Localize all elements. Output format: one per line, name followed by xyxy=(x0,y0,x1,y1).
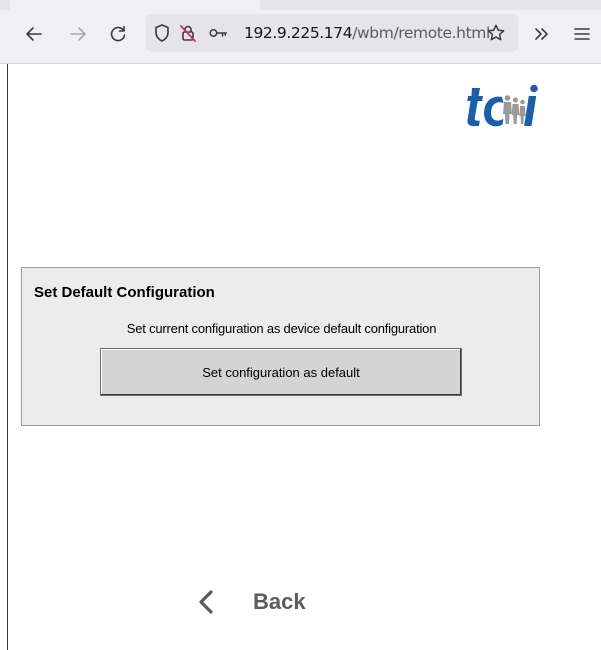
arrow-left-icon xyxy=(26,27,42,41)
url-path: /wbm/remote.html xyxy=(352,24,490,42)
panel-title: Set Default Configuration xyxy=(34,284,215,301)
star-icon[interactable] xyxy=(486,23,506,43)
tab-strip xyxy=(0,0,601,10)
url-bar[interactable]: 192.9.225.174/wbm/remote.html xyxy=(146,14,518,52)
back-nav-button[interactable] xyxy=(20,20,48,48)
key-icon[interactable] xyxy=(208,23,228,43)
forward-nav-button[interactable] xyxy=(64,20,92,48)
reload-button[interactable] xyxy=(104,20,132,48)
back-label: Back xyxy=(253,589,306,614)
menu-button[interactable] xyxy=(568,20,596,48)
url-text[interactable]: 192.9.225.174/wbm/remote.html xyxy=(244,23,490,43)
page-left-border xyxy=(7,64,8,650)
shield-icon[interactable] xyxy=(152,23,172,43)
tci-logo xyxy=(467,84,538,127)
browser-toolbar: 192.9.225.174/wbm/remote.html xyxy=(0,0,601,64)
insecure-lock-icon[interactable] xyxy=(178,23,198,43)
hamburger-menu-icon xyxy=(574,28,590,40)
double-chevron-icon xyxy=(535,28,548,40)
set-default-configuration-panel: Set Default Configuration Set current co… xyxy=(21,267,540,426)
panel-description: Set current configuration as device defa… xyxy=(126,321,437,336)
set-configuration-default-button[interactable]: Set configuration as default xyxy=(100,348,462,396)
arrow-right-icon xyxy=(70,27,86,41)
reload-icon xyxy=(110,25,126,42)
back-link[interactable]: Back xyxy=(196,586,306,618)
overflow-button[interactable] xyxy=(528,20,556,48)
url-host: 192.9.225.174 xyxy=(244,24,353,42)
chevron-left-icon xyxy=(199,590,213,614)
